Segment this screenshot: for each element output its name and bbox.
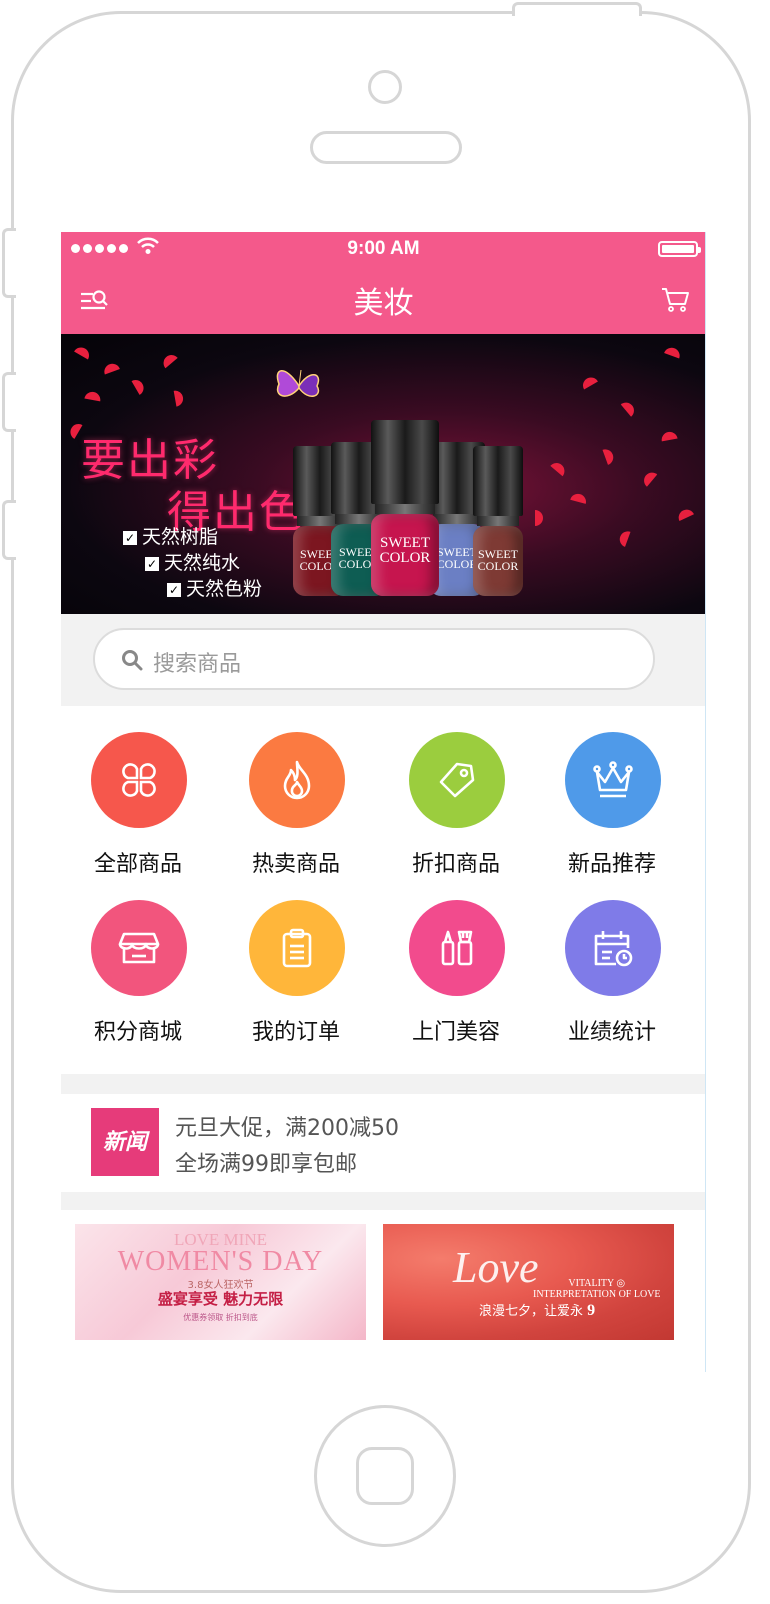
category-all-products[interactable]: 全部商品 xyxy=(63,706,213,877)
volume-up-button xyxy=(2,372,16,432)
category-grid: 全部商品 热卖商品 折扣商品 新品推荐 积分商城 我的订单 上门美容 业绩统计 xyxy=(61,706,705,1074)
home-button[interactable] xyxy=(314,1405,456,1547)
category-label: 积分商城 xyxy=(93,1020,182,1045)
clipboard-icon xyxy=(249,900,345,996)
promo-title: WOMEN'S DAY xyxy=(117,1246,324,1277)
cart-icon[interactable] xyxy=(660,284,690,314)
volume-down-button xyxy=(2,500,16,560)
tag-icon xyxy=(409,732,505,828)
petal-decoration xyxy=(664,345,682,359)
category-discount[interactable]: 折扣商品 xyxy=(381,706,531,877)
status-time: 9:00 AM xyxy=(347,238,420,259)
category-points-mall[interactable]: 积分商城 xyxy=(63,874,213,1045)
category-label: 业绩统计 xyxy=(567,1020,656,1045)
news-bar[interactable]: 新闻 元旦大促，满200减50 全场满99即享包邮 xyxy=(61,1094,705,1192)
battery-icon xyxy=(658,241,701,257)
hero-banner[interactable]: 要出彩 得出色 ✓ 天然树脂 ✓ 天然纯水 ✓ 天然色粉 SWEET COLOR SW… xyxy=(61,334,705,614)
clover-icon xyxy=(91,732,187,828)
petal-decoration xyxy=(550,459,568,477)
banner-feature: ✓ 天然纯水 xyxy=(145,552,241,574)
promo-banner-love[interactable]: Love VITALITY ◎ INTERPRETATION OF LOVE 浪漫… xyxy=(383,1224,674,1340)
petal-decoration xyxy=(660,430,678,442)
promo-text: VITALITY ◎ INTERPRETATION OF LOVE xyxy=(533,1278,661,1300)
petal-decoration xyxy=(160,351,178,369)
calendar-icon xyxy=(565,900,661,996)
crown-icon xyxy=(565,732,661,828)
search-icon xyxy=(122,650,143,671)
checkbox-icon: ✓ xyxy=(145,557,159,571)
checkbox-icon: ✓ xyxy=(167,583,181,597)
bottle-label: SWEET COLOR xyxy=(477,547,519,573)
promo-section: LOVE MINE WOMEN'S DAY 3.8女人狂欢节 盛宴享受 魅力无限… xyxy=(61,1210,705,1372)
petal-decoration xyxy=(173,389,185,407)
petal-decoration xyxy=(131,377,147,395)
promo-text: 优惠券领取 折扣到底 xyxy=(183,1313,258,1322)
petal-decoration xyxy=(617,529,631,547)
petal-decoration xyxy=(640,469,658,487)
category-my-orders[interactable]: 我的订单 xyxy=(221,874,371,1045)
news-badge: 新闻 xyxy=(91,1108,159,1176)
promo-title: Love xyxy=(453,1243,539,1292)
category-new-arrivals[interactable]: 新品推荐 xyxy=(537,706,687,877)
cosmetics-icon xyxy=(409,900,505,996)
butterfly-icon xyxy=(276,369,320,397)
petal-decoration xyxy=(602,447,616,465)
petal-decoration xyxy=(84,390,102,402)
nail-polish-bottle: SWEET COLOR xyxy=(371,420,439,596)
flame-icon xyxy=(249,732,345,828)
power-button xyxy=(512,2,642,16)
search-section: 搜索商品 xyxy=(61,614,705,706)
front-camera xyxy=(368,70,402,104)
search-input[interactable]: 搜索商品 xyxy=(93,628,655,690)
status-bar: 9:00 AM xyxy=(61,232,705,264)
news-headline[interactable]: 元旦大促，满200减50 xyxy=(175,1110,399,1142)
page-title: 美妆 xyxy=(353,286,414,321)
banner-feature: ✓ 天然树脂 xyxy=(123,526,219,548)
petal-decoration xyxy=(620,399,638,417)
search-placeholder: 搜索商品 xyxy=(153,652,242,677)
promo-slogan: 浪漫七夕，让爱永 9 xyxy=(479,1302,596,1319)
app-screen: 9:00 AM 美妆 要出彩 得出色 ✓ 天然树脂 ✓ 天然纯水 ✓ 天然色粉 … xyxy=(61,232,706,1372)
bottle-label: SWEET COLOR xyxy=(379,535,431,566)
petal-decoration xyxy=(74,344,92,360)
petal-decoration xyxy=(535,510,543,526)
petal-decoration xyxy=(580,374,598,390)
category-home-beauty[interactable]: 上门美容 xyxy=(381,874,531,1045)
checkbox-icon: ✓ xyxy=(123,531,137,545)
promo-slogan: 盛宴享受 魅力无限 xyxy=(157,1290,284,1308)
category-label: 我的订单 xyxy=(251,1020,340,1045)
nail-polish-bottle: SWEET COLOR xyxy=(473,446,523,596)
category-hot-sale[interactable]: 热卖商品 xyxy=(221,706,371,877)
category-label: 上门美容 xyxy=(411,1020,500,1045)
banner-feature: ✓ 天然色粉 xyxy=(167,578,263,600)
petal-decoration xyxy=(102,361,120,375)
category-performance-stats[interactable]: 业绩统计 xyxy=(537,874,687,1045)
petal-decoration xyxy=(676,506,694,522)
mute-switch xyxy=(2,228,16,298)
store-icon xyxy=(91,900,187,996)
promo-banner-womens-day[interactable]: LOVE MINE WOMEN'S DAY 3.8女人狂欢节 盛宴享受 魅力无限… xyxy=(75,1224,366,1340)
petal-decoration xyxy=(570,492,588,504)
nav-bar: 美妆 xyxy=(61,264,705,334)
earpiece-speaker xyxy=(310,131,462,164)
news-headline[interactable]: 全场满99即享包邮 xyxy=(175,1146,357,1178)
home-button-square xyxy=(356,1447,414,1505)
